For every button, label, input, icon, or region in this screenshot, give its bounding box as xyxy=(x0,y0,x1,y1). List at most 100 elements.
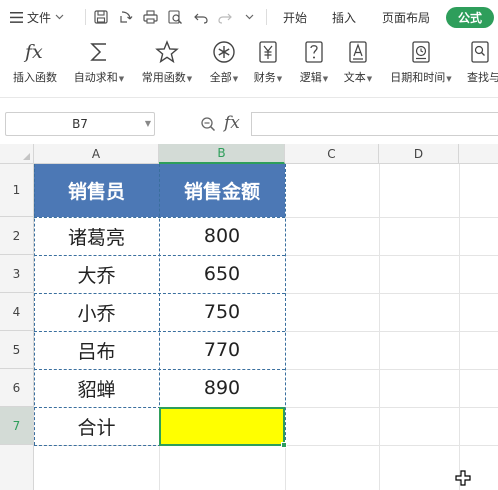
fx-icon[interactable]: fx xyxy=(224,113,240,133)
fx-icon: fx xyxy=(4,40,66,64)
insert-function-button[interactable]: fx 插入函数 xyxy=(4,34,66,92)
table-border xyxy=(34,331,285,332)
table-border xyxy=(34,164,35,445)
cell-b2[interactable]: 800 xyxy=(159,217,285,255)
caret-down-icon: ▼ xyxy=(366,75,373,83)
all-functions-button[interactable]: 全部▼ xyxy=(202,34,246,92)
gridline xyxy=(285,293,498,294)
ribbon-separator xyxy=(0,97,498,98)
lookup-button[interactable]: 查找与 xyxy=(462,34,498,92)
save-icon[interactable] xyxy=(94,0,108,34)
column-header-d[interactable]: D xyxy=(379,144,459,164)
caret-down-icon: ▼ xyxy=(118,75,125,83)
caret-down-icon: ▼ xyxy=(322,75,329,83)
row-header-blank[interactable] xyxy=(0,445,34,490)
logic-label: 逻辑 xyxy=(299,71,322,84)
formula-bar: B7 ▼ fx xyxy=(0,104,498,142)
finance-button[interactable]: 财务▼ xyxy=(246,34,290,92)
cell-b5[interactable]: 770 xyxy=(159,331,285,369)
cell-b3[interactable]: 650 xyxy=(159,255,285,293)
cell-b1[interactable]: 销售金额 xyxy=(159,164,285,217)
select-all-corner[interactable] xyxy=(0,144,34,164)
row-header-6[interactable]: 6 xyxy=(0,369,34,407)
formulas-ribbon: fx 插入函数 自动求和▼ 常用函数▼ 全部▼ 财务▼ 逻辑▼ 文本▼ 日期和时… xyxy=(0,34,498,92)
cell-a1[interactable]: 销售员 xyxy=(34,164,159,217)
table-border xyxy=(34,217,285,218)
date-time-label: 日期和时间 xyxy=(390,71,446,84)
print-icon[interactable] xyxy=(143,0,158,34)
caret-down-icon: ▼ xyxy=(186,75,193,83)
row-header-5[interactable]: 5 xyxy=(0,331,34,369)
date-time-button[interactable]: 日期和时间▼ xyxy=(383,34,459,92)
cell-b7-active[interactable] xyxy=(159,407,285,446)
gridline xyxy=(285,445,286,490)
table-border xyxy=(159,164,160,445)
autosum-label: 自动求和 xyxy=(73,71,118,84)
zoom-icon[interactable] xyxy=(200,116,216,136)
gridline xyxy=(285,331,498,332)
move-cursor-icon xyxy=(455,470,471,490)
caret-down-icon: ▼ xyxy=(446,75,452,83)
name-box[interactable]: B7 ▼ xyxy=(5,112,155,136)
tab-page-layout[interactable]: 页面布局 xyxy=(382,0,430,34)
cell-a4[interactable]: 小乔 xyxy=(34,293,159,331)
cell-a7[interactable]: 合计 xyxy=(34,407,159,445)
logic-button[interactable]: 逻辑▼ xyxy=(292,34,336,92)
autosum-button[interactable]: 自动求和▼ xyxy=(66,34,132,92)
row-header-2[interactable]: 2 xyxy=(0,217,34,255)
text-functions-button[interactable]: 文本▼ xyxy=(336,34,380,92)
tab-home[interactable]: 开始 xyxy=(283,0,307,34)
cell-a2[interactable]: 诸葛亮 xyxy=(34,217,159,255)
cell-a3[interactable]: 大乔 xyxy=(34,255,159,293)
cell-a6[interactable]: 貂蝉 xyxy=(34,369,159,407)
cell-b4[interactable]: 750 xyxy=(159,293,285,331)
common-functions-button[interactable]: 常用函数▼ xyxy=(134,34,200,92)
text-icon xyxy=(336,40,380,64)
tab-insert[interactable]: 插入 xyxy=(332,0,356,34)
gridline xyxy=(459,164,460,490)
menu-divider xyxy=(266,0,267,34)
gridline xyxy=(285,407,498,408)
table-border xyxy=(34,369,285,370)
caret-down-icon: ▼ xyxy=(232,75,239,83)
print-preview-icon[interactable] xyxy=(168,0,183,34)
asterisk-circle-icon xyxy=(202,40,246,64)
gridline xyxy=(159,445,160,490)
gridline xyxy=(285,369,498,370)
fx-label: fx xyxy=(224,113,240,133)
clock-icon xyxy=(383,40,459,64)
row-header-3[interactable]: 3 xyxy=(0,255,34,293)
export-icon[interactable] xyxy=(119,0,133,34)
file-menu-label: 文件 xyxy=(27,10,52,25)
sigma-icon xyxy=(66,40,132,64)
table-border xyxy=(34,255,285,256)
undo-icon[interactable] xyxy=(194,0,208,34)
chevron-down-icon[interactable]: ▼ xyxy=(145,119,151,128)
redo-icon[interactable] xyxy=(218,0,232,34)
cell-b6[interactable]: 890 xyxy=(159,369,285,407)
row-header-7[interactable]: 7 xyxy=(0,407,34,445)
customize-quick-access-icon[interactable] xyxy=(245,0,254,34)
table-border xyxy=(285,164,286,445)
cell-a5[interactable]: 吕布 xyxy=(34,331,159,369)
row-header-4[interactable]: 4 xyxy=(0,293,34,331)
formula-input[interactable] xyxy=(251,112,498,136)
column-header-a[interactable]: A xyxy=(34,144,159,164)
fill-handle[interactable] xyxy=(281,442,287,448)
spreadsheet-grid[interactable]: A B C D 1 2 3 4 5 6 7 销售员 销售金额 诸葛亮 800 大… xyxy=(0,144,498,490)
hamburger-icon xyxy=(10,11,23,23)
caret-down-icon: ▼ xyxy=(276,75,283,83)
column-header-b[interactable]: B xyxy=(159,144,285,164)
chevron-down-icon xyxy=(55,14,64,20)
tab-formulas[interactable]: 公式 xyxy=(446,7,494,28)
quick-access-divider xyxy=(85,0,86,34)
column-header-c[interactable]: C xyxy=(285,144,379,164)
gridline xyxy=(285,217,498,218)
row-header-1[interactable]: 1 xyxy=(0,164,34,217)
file-menu[interactable]: 文件 xyxy=(10,0,64,34)
text-functions-label: 文本 xyxy=(343,71,366,84)
all-functions-label: 全部 xyxy=(209,71,232,84)
column-header-next[interactable] xyxy=(459,144,498,164)
finance-label: 财务 xyxy=(253,71,276,84)
finance-icon xyxy=(246,40,290,64)
